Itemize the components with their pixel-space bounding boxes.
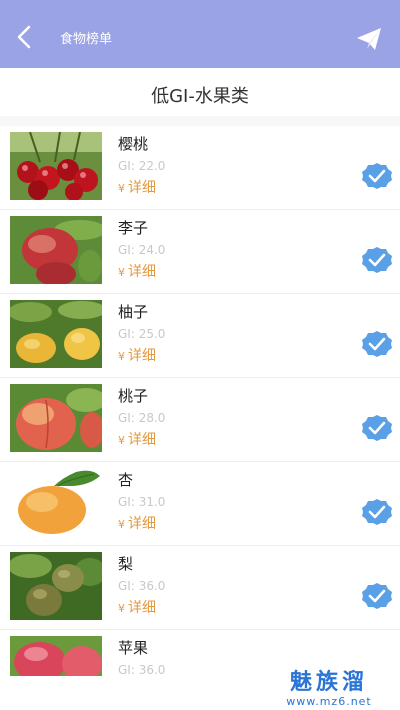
list-item[interactable]: 李子 GI: 24.0 ¥ 详细: [0, 210, 400, 294]
list-item[interactable]: 樱桃 GI: 22.0 ¥ 详细: [0, 126, 400, 210]
yen-symbol: ¥: [118, 518, 125, 531]
fruit-name: 苹果: [118, 639, 149, 657]
fruit-name: 梨: [118, 555, 134, 573]
fruit-name: 柚子: [118, 303, 149, 321]
paper-plane-icon: [357, 28, 381, 50]
fruit-name: 杏: [118, 471, 134, 489]
detail-label: 详细: [128, 600, 156, 616]
check-badge-icon: [362, 583, 392, 609]
detail-label: 详细: [128, 516, 156, 532]
gi-value: GI: 36.0: [118, 579, 166, 593]
watermark: 魅族溜 www.mz6.net: [262, 670, 396, 708]
detail-label: 详细: [128, 180, 156, 196]
check-badge-button[interactable]: [361, 162, 393, 190]
fruit-image-apricot: [10, 468, 102, 536]
fruit-image-cherry: [10, 132, 102, 200]
list-item[interactable]: 桃子 GI: 28.0 ¥ 详细: [0, 378, 400, 462]
detail-link[interactable]: ¥ 详细: [118, 262, 156, 283]
detail-label: 详细: [128, 348, 156, 364]
page-title: 低GI-水果类: [151, 86, 249, 107]
check-badge-button[interactable]: [361, 246, 393, 274]
fruit-image-apple: [10, 636, 102, 676]
fruit-image-peach: [10, 384, 102, 452]
detail-link[interactable]: ¥ 详细: [118, 598, 156, 619]
share-button[interactable]: [354, 24, 384, 54]
gi-value: GI: 31.0: [118, 495, 166, 509]
list-item[interactable]: 柚子 GI: 25.0 ¥ 详细: [0, 294, 400, 378]
detail-link[interactable]: ¥ 详细: [118, 430, 156, 451]
watermark-main: 魅族溜: [289, 670, 368, 695]
gi-value: GI: 28.0: [118, 411, 166, 425]
fruit-image-pomelo: [10, 300, 102, 368]
fruit-name: 桃子: [118, 387, 149, 405]
list-item[interactable]: 杏 GI: 31.0 ¥ 详细: [0, 462, 400, 546]
yen-symbol: ¥: [118, 350, 125, 363]
list-item[interactable]: 梨 GI: 36.0 ¥ 详细: [0, 546, 400, 630]
check-badge-icon: [362, 415, 392, 441]
check-badge-button[interactable]: [361, 498, 393, 526]
check-badge-icon: [362, 247, 392, 273]
detail-link[interactable]: ¥ 详细: [118, 346, 156, 367]
fruit-name: 樱桃: [118, 135, 149, 153]
yen-symbol: ¥: [118, 602, 125, 615]
check-badge-button[interactable]: [361, 414, 393, 442]
gi-value: GI: 22.0: [118, 159, 166, 173]
check-badge-button[interactable]: [361, 582, 393, 610]
watermark-url: www.mz6.net: [286, 695, 372, 708]
check-badge-icon: [362, 331, 392, 357]
check-badge-icon: [362, 499, 392, 525]
check-badge-button[interactable]: [361, 330, 393, 358]
check-badge-icon: [362, 163, 392, 189]
fruit-name: 李子: [118, 219, 149, 237]
yen-symbol: ¥: [118, 434, 125, 447]
fruit-image-plum: [10, 216, 102, 284]
gi-value: GI: 36.0: [118, 663, 166, 677]
gi-value: GI: 25.0: [118, 327, 166, 341]
header-title: 食物榜单: [60, 32, 113, 47]
detail-label: 详细: [128, 264, 156, 280]
fruit-image-pear: [10, 552, 102, 620]
detail-link[interactable]: ¥ 详细: [118, 514, 156, 535]
gi-value: GI: 24.0: [118, 243, 166, 257]
back-button[interactable]: [10, 22, 40, 52]
app-header: 食物榜单: [0, 0, 400, 68]
yen-symbol: ¥: [118, 182, 125, 195]
detail-label: 详细: [128, 432, 156, 448]
detail-link[interactable]: ¥ 详细: [118, 178, 156, 199]
yen-symbol: ¥: [118, 266, 125, 279]
section-divider: [0, 116, 400, 126]
chevron-left-icon: [17, 25, 31, 49]
